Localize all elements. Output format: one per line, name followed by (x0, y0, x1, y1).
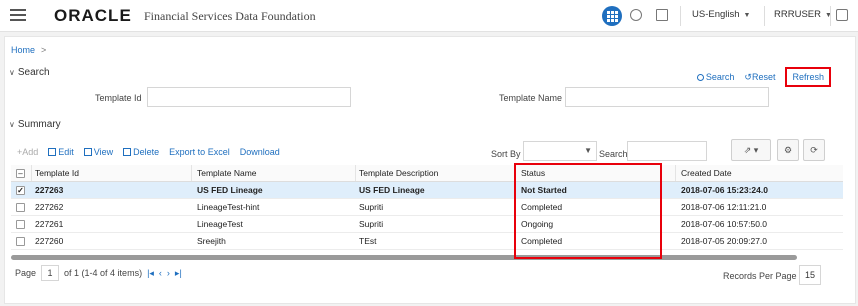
pagination: Page 1 of 1 (1-4 of 4 items) |◂ ‹ › ▸| (15, 265, 182, 281)
column-divider (31, 165, 32, 181)
add-button[interactable]: +Add (17, 147, 38, 157)
help-icon[interactable] (836, 9, 848, 21)
reset-icon: ↺ (744, 71, 752, 82)
search-actions: Search ↺Reset Refresh (696, 67, 831, 87)
trash-icon (123, 148, 132, 156)
table-header-row: – Template Id Template Name Template Des… (11, 165, 843, 182)
header-divider (830, 6, 831, 26)
language-selector[interactable]: US-English ▼ (692, 9, 750, 20)
column-header-template-name[interactable]: Template Name (197, 168, 257, 178)
cell-created-date: 2018-07-05 20:09:27.0 (681, 236, 768, 246)
page-label: Page (15, 268, 37, 278)
view-icon (83, 148, 92, 156)
delete-button[interactable]: Delete (123, 147, 159, 157)
notifications-icon[interactable] (630, 9, 642, 21)
export-excel-button[interactable]: Export to Excel (169, 147, 230, 157)
row-checkbox[interactable] (16, 220, 25, 229)
table-row[interactable]: 227262 LineageTest-hint Supriti Complete… (11, 199, 843, 216)
refresh-settings-icon[interactable]: ⟳ (803, 139, 825, 161)
template-name-input[interactable] (565, 87, 769, 107)
edit-button[interactable]: Edit (48, 147, 74, 157)
page-count-text: of 1 (1-4 of 4 items) (64, 268, 143, 278)
table-search-label: Search (599, 149, 628, 159)
chevron-down-icon: ∨ (9, 68, 15, 77)
refresh-link[interactable]: Refresh (785, 67, 831, 87)
template-name-label: Template Name (499, 93, 563, 103)
cell-template-name: Sreejith (197, 236, 226, 246)
status-column-highlight (514, 163, 662, 259)
search-link[interactable]: Search (696, 72, 734, 82)
table-row[interactable]: ✓ 227263 US FED Lineage US FED Lineage N… (11, 182, 843, 199)
first-page-icon[interactable]: |◂ (147, 268, 154, 279)
sort-by-label: Sort By (491, 149, 521, 159)
table-row[interactable]: 227261 LineageTest Supriti Ongoing 2018-… (11, 216, 843, 233)
cell-template-id: 227260 (35, 236, 64, 246)
header-divider (680, 6, 681, 26)
column-header-created-date[interactable]: Created Date (681, 168, 732, 178)
edit-icon (48, 148, 57, 156)
previous-page-icon[interactable]: ‹ (159, 268, 162, 278)
column-divider (355, 165, 356, 181)
user-menu[interactable]: RRRUSER ▼ (774, 9, 832, 20)
cell-template-name: US FED Lineage (197, 185, 263, 195)
document-icon[interactable] (656, 9, 668, 21)
cell-created-date: 2018-07-06 15:23:24.0 (681, 185, 768, 195)
records-per-page-input[interactable]: 15 (799, 265, 821, 285)
oracle-logo: ORACLE (54, 6, 132, 25)
app-header: ORACLE Financial Services Data Foundatio… (0, 0, 858, 32)
cell-template-description: TEst (359, 236, 377, 246)
table-row[interactable]: 227260 Sreejith TEst Completed 2018-07-0… (11, 233, 843, 250)
cell-template-name: LineageTest-hint (197, 202, 260, 212)
export-menu-button[interactable]: ⇗ ▾ (731, 139, 771, 161)
chevron-down-icon: ▼ (584, 146, 592, 155)
search-section-header[interactable]: ∨ Search (9, 67, 50, 78)
select-all-checkbox[interactable]: – (16, 169, 25, 178)
settings-icon[interactable]: ⚙ (777, 139, 799, 161)
cell-template-id: 227262 (35, 202, 64, 212)
template-id-input[interactable] (147, 87, 351, 107)
templates-table: – Template Id Template Name Template Des… (11, 165, 843, 250)
summary-section-header[interactable]: ∨ Summary (9, 119, 61, 130)
cell-created-date: 2018-07-06 10:57:50.0 (681, 219, 768, 229)
header-divider (764, 6, 765, 26)
cell-template-description: US FED Lineage (359, 185, 425, 195)
table-search-input[interactable] (627, 141, 707, 161)
cell-created-date: 2018-07-06 12:11:21.0 (681, 202, 767, 212)
cell-template-name: LineageTest (197, 219, 243, 229)
horizontal-scrollbar[interactable] (11, 255, 797, 260)
breadcrumb: Home > (11, 45, 46, 55)
cell-template-description: Supriti (359, 219, 384, 229)
breadcrumb-home-link[interactable]: Home (11, 45, 35, 55)
row-checkbox[interactable] (16, 237, 25, 246)
cell-template-id: 227263 (35, 185, 64, 195)
template-id-label: Template Id (95, 93, 142, 103)
reset-link[interactable]: ↺Reset (744, 72, 775, 83)
next-page-icon[interactable]: › (167, 268, 170, 278)
last-page-icon[interactable]: ▸| (175, 268, 182, 279)
column-header-template-description[interactable]: Template Description (359, 168, 438, 178)
product-title: Financial Services Data Foundation (144, 9, 316, 23)
main-panel: Home > ∨ Search Search ↺Reset Refresh Temp… (4, 36, 856, 304)
column-header-template-id[interactable]: Template Id (35, 168, 79, 178)
records-per-page-label: Records Per Page (723, 271, 797, 281)
search-icon (696, 74, 704, 81)
chevron-down-icon: ∨ (9, 120, 15, 129)
row-checkbox[interactable]: ✓ (16, 186, 25, 195)
chevron-right-icon: > (41, 45, 47, 55)
chevron-down-icon: ▼ (743, 12, 751, 19)
download-button[interactable]: Download (240, 147, 280, 157)
sort-by-select[interactable]: ▼ (523, 141, 597, 161)
cell-template-description: Supriti (359, 202, 384, 212)
row-checkbox[interactable] (16, 203, 25, 212)
cell-template-id: 227261 (35, 219, 64, 229)
view-button[interactable]: View (83, 147, 113, 157)
summary-toolbar: +Add Edit View Delete Export to Excel Do… (17, 147, 280, 157)
column-divider (191, 165, 192, 181)
page-number-input[interactable]: 1 (41, 265, 60, 281)
hamburger-menu-icon[interactable] (10, 9, 26, 21)
column-divider (675, 165, 676, 181)
apps-grid-icon[interactable] (602, 6, 622, 26)
